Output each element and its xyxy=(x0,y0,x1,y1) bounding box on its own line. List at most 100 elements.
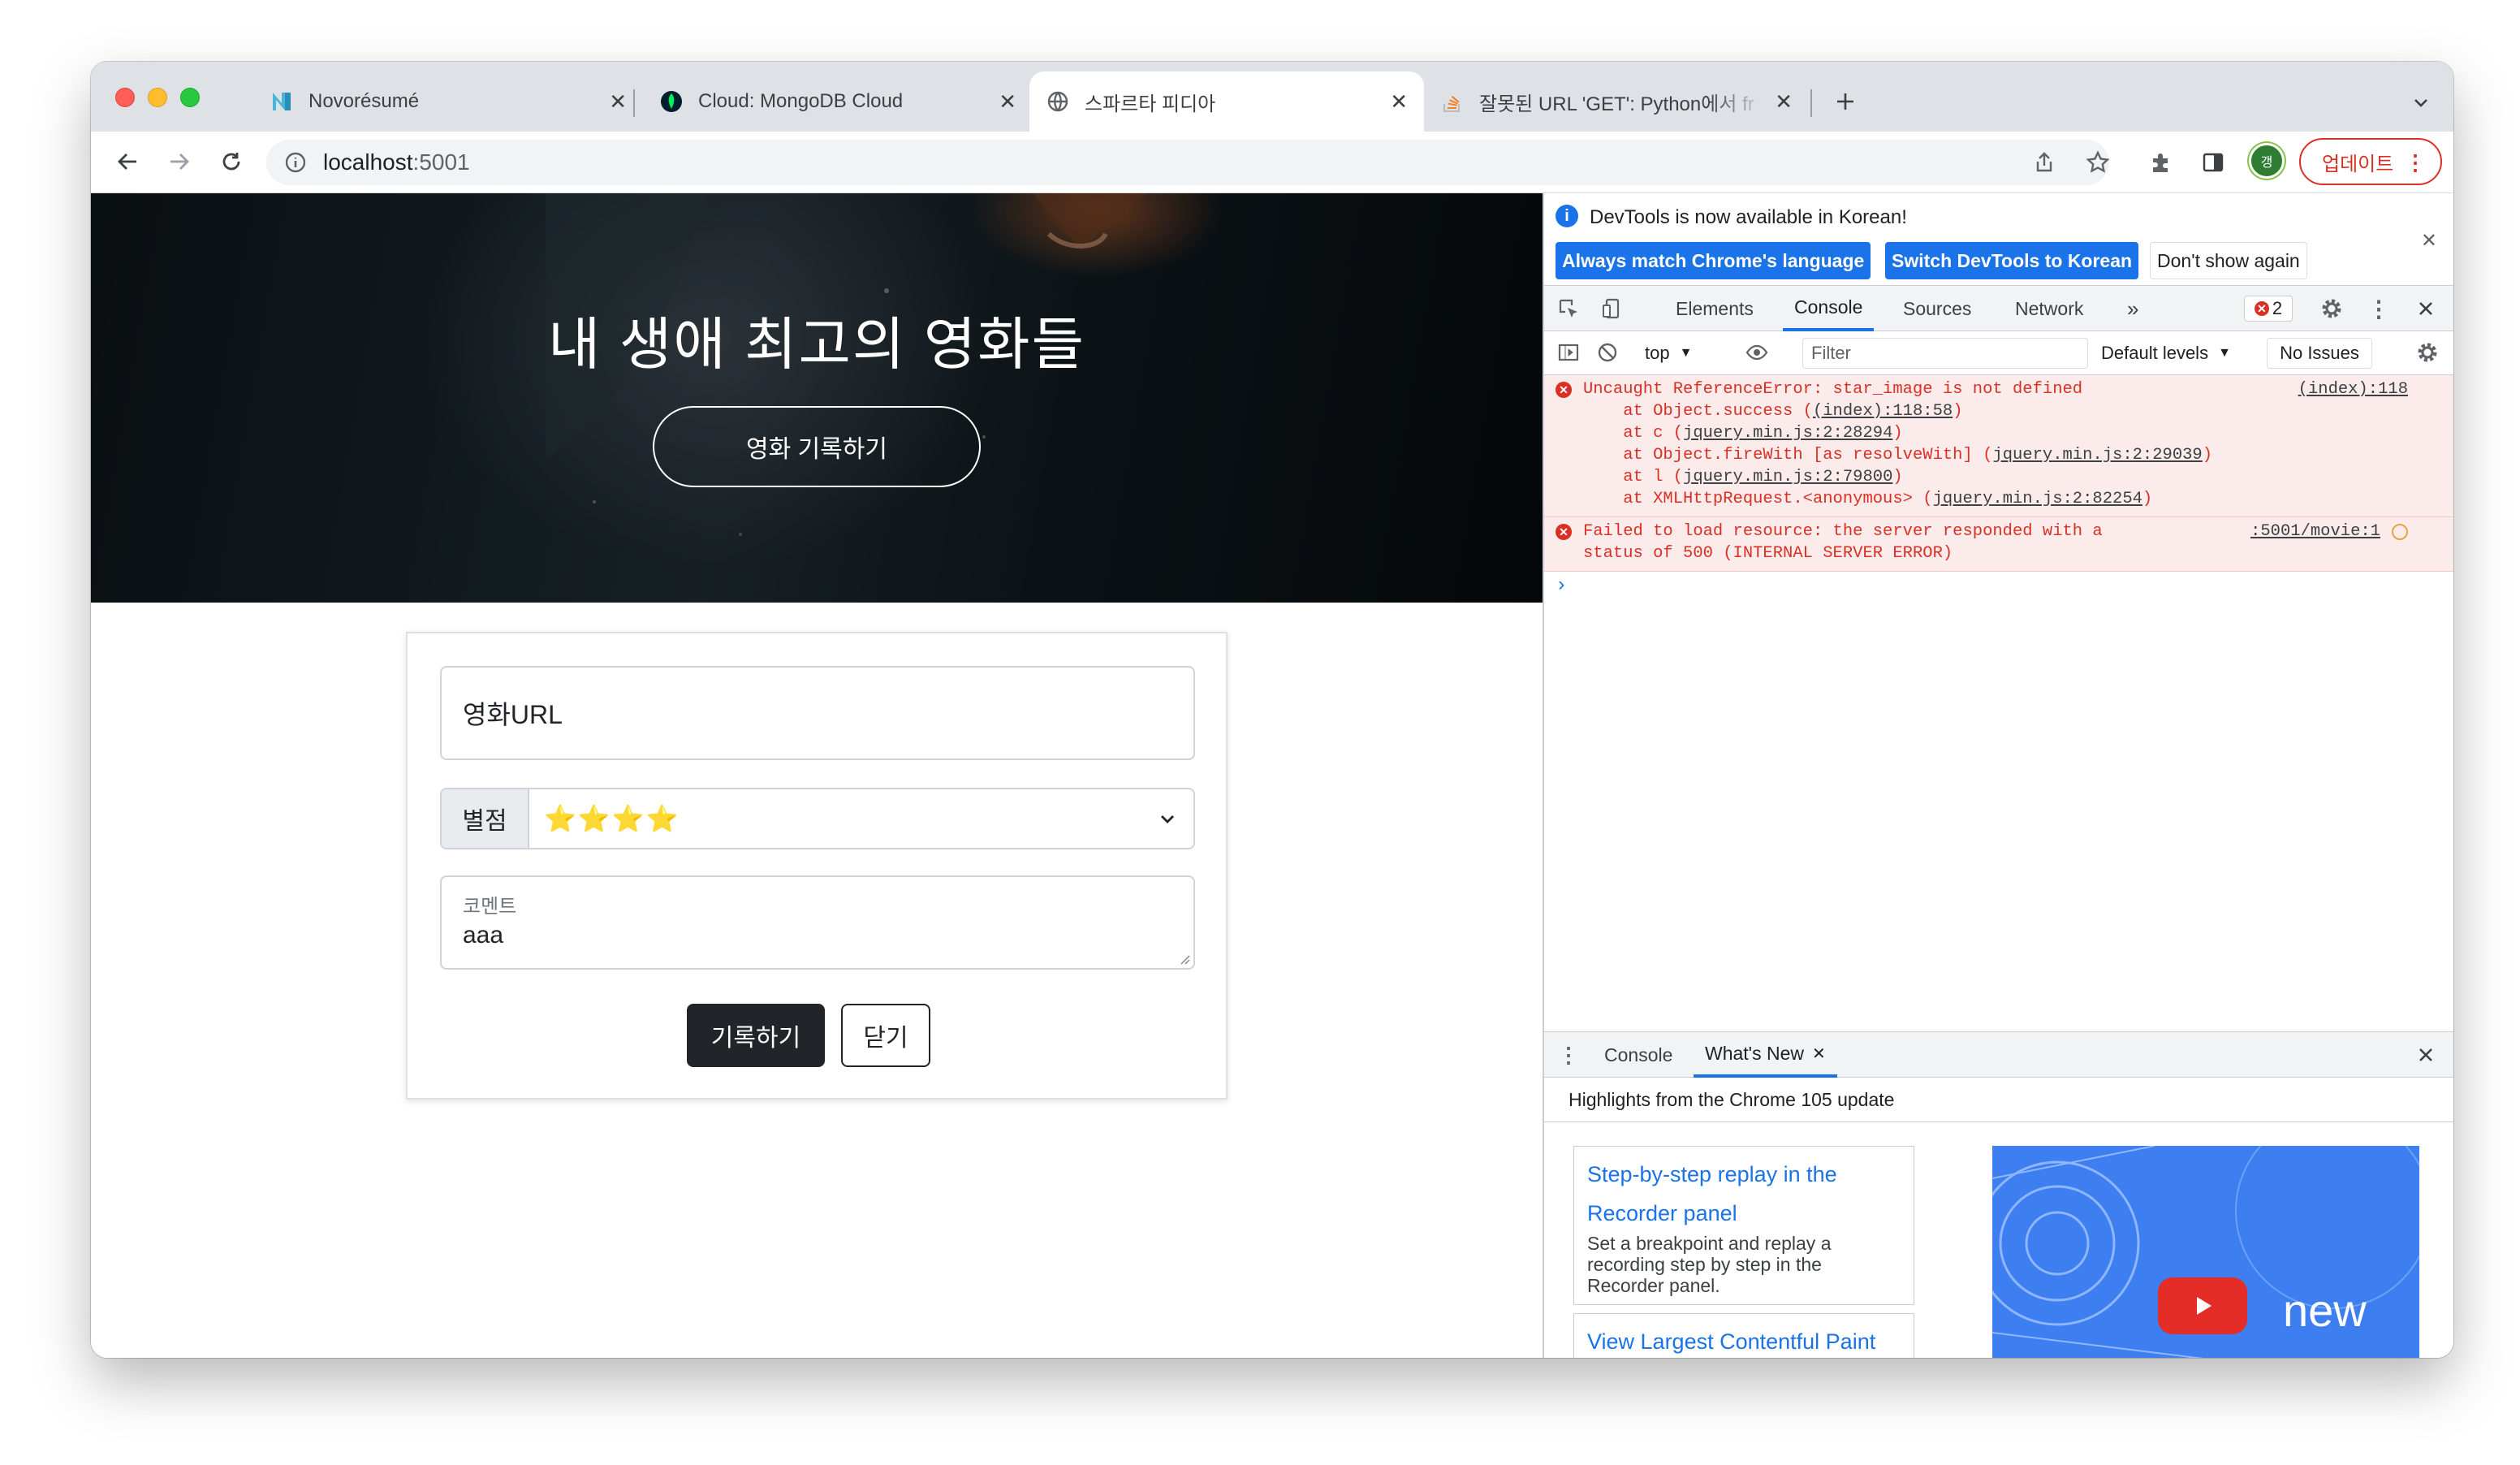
tab-title: Cloud: MongoDB Cloud xyxy=(698,90,904,112)
dont-show-again-button[interactable]: Don't show again xyxy=(2150,242,2307,279)
tab-close-icon[interactable]: ✕ xyxy=(1390,89,1408,115)
share-button[interactable] xyxy=(2026,145,2062,180)
tab-elements[interactable]: Elements xyxy=(1668,286,1762,331)
tab-divider xyxy=(633,89,635,117)
error-count-badge[interactable]: ✕ 2 xyxy=(2244,296,2293,322)
tab-title: 잘못된 URL 'GET': Python에서 fr xyxy=(1479,93,1754,115)
tab-close-icon[interactable]: ✕ xyxy=(1775,89,1793,115)
page-title: 내 생애 최고의 영화들 xyxy=(548,313,1085,376)
tab-close-icon[interactable]: ✕ xyxy=(1812,1044,1826,1064)
tab-stackoverflow[interactable]: 잘못된 URL 'GET': Python에서 fr ✕ xyxy=(1424,71,1809,132)
error-source-link[interactable]: (index):118 xyxy=(2298,380,2408,399)
youtube-play-icon[interactable] xyxy=(2158,1277,2247,1334)
save-button[interactable]: 기록하기 xyxy=(687,1004,825,1067)
chevron-down-icon xyxy=(2414,99,2427,107)
stack-link[interactable]: jquery.min.js:2:29039 xyxy=(1992,446,2202,465)
network-panel-icon[interactable] xyxy=(2392,524,2408,540)
context-selector[interactable]: top ▼ xyxy=(1645,338,1692,369)
forward-button[interactable] xyxy=(161,143,198,180)
always-match-language-button[interactable]: Always match Chrome's language xyxy=(1556,242,1871,279)
post-form-card: 영화URL 별점 ⭐⭐⭐⭐ 코멘트 aaa 기록하기 닫기 xyxy=(406,632,1228,1100)
chevron-down-icon[interactable] xyxy=(1141,789,1193,848)
drawer-tab-console[interactable]: Console xyxy=(1596,1032,1681,1078)
rating-select[interactable]: ⭐⭐⭐⭐ xyxy=(529,789,1141,848)
share-icon xyxy=(2036,152,2052,172)
log-levels-value: Default levels xyxy=(2101,343,2209,363)
close-drawer-icon[interactable] xyxy=(2411,1040,2440,1070)
address-bar[interactable]: localhost:5001 xyxy=(266,140,2109,185)
console-output: ✕ Uncaught ReferenceError: star_image is… xyxy=(1544,375,2453,838)
new-tab-button[interactable] xyxy=(1827,83,1864,120)
log-levels-dropdown[interactable]: Default levels ▼ xyxy=(2101,338,2231,369)
update-button[interactable]: 업데이트 ⋮ xyxy=(2299,138,2442,185)
stack-frame: at Object.fireWith [as resolveWith] (jqu… xyxy=(1583,446,2213,465)
comment-value: aaa xyxy=(463,922,504,949)
stack-link[interactable]: (index):118:58 xyxy=(1813,402,1953,421)
drawer-tab-whats-new[interactable]: What's New ✕ xyxy=(1694,1032,1837,1078)
issues-button[interactable]: No Issues xyxy=(2267,338,2372,369)
error-icon: ✕ xyxy=(1556,382,1572,398)
filter-input[interactable]: Filter xyxy=(1802,338,2088,369)
reload-button[interactable] xyxy=(213,143,250,180)
tab-search-button[interactable] xyxy=(2405,86,2437,119)
close-devtools-icon[interactable] xyxy=(2411,294,2440,323)
close-window-button[interactable] xyxy=(115,88,135,107)
tab-close-icon[interactable]: ✕ xyxy=(999,89,1016,115)
more-tabs-icon[interactable]: » xyxy=(2119,286,2147,331)
drawer-menu-icon[interactable]: ⋮ xyxy=(1554,1040,1583,1070)
tab-novoresume[interactable]: Novorésumé ✕ xyxy=(253,71,643,132)
error-source-link[interactable]: :5001/movie:1 xyxy=(2250,522,2380,541)
side-panel-icon xyxy=(2203,153,2224,172)
arrow-left-icon xyxy=(118,153,136,170)
device-toolbar-icon[interactable] xyxy=(1598,294,1627,323)
console-prompt-icon[interactable]: › xyxy=(1544,572,2453,597)
resize-grip-icon[interactable] xyxy=(1179,953,1190,965)
feature-card-lcp[interactable]: View Largest Contentful Paint xyxy=(1573,1313,1914,1358)
tab-network[interactable]: Network xyxy=(2007,286,2091,331)
back-button[interactable] xyxy=(109,143,146,180)
feature-title[interactable]: View Largest Contentful Paint xyxy=(1587,1322,1901,1358)
arrow-right-icon xyxy=(170,153,189,170)
switch-to-korean-button[interactable]: Switch DevTools to Korean xyxy=(1885,242,2139,279)
console-settings-gear-icon[interactable] xyxy=(2413,338,2442,367)
whats-new-video-thumbnail[interactable]: new xyxy=(1992,1146,2419,1358)
record-movie-button[interactable]: 영화 기록하기 xyxy=(653,406,981,487)
video-caption: new xyxy=(2283,1285,2367,1336)
tab-title: Novorésumé xyxy=(309,90,420,112)
tab-close-icon[interactable]: ✕ xyxy=(609,89,627,115)
clear-console-icon[interactable] xyxy=(1593,338,1622,367)
error-icon: ✕ xyxy=(2254,301,2269,316)
info-icon[interactable] xyxy=(284,151,307,174)
close-icon[interactable]: ✕ xyxy=(2421,229,2437,253)
maximize-window-button[interactable] xyxy=(180,88,200,107)
kebab-menu-icon[interactable]: ⋮ xyxy=(2364,294,2393,323)
extensions-button[interactable] xyxy=(2143,145,2179,180)
stack-link[interactable]: jquery.min.js:2:28294 xyxy=(1683,424,1892,443)
feature-title[interactable]: Step-by-step replay in the Recorder pane… xyxy=(1587,1155,1901,1233)
menu-dots-icon[interactable]: ⋮ xyxy=(2405,150,2426,175)
side-panel-button[interactable] xyxy=(2195,145,2231,180)
mongodb-leaf-icon xyxy=(659,89,684,114)
inspect-element-icon[interactable] xyxy=(1554,294,1583,323)
rating-select-group[interactable]: 별점 ⭐⭐⭐⭐ xyxy=(440,788,1195,849)
bookmark-button[interactable] xyxy=(2080,145,2116,180)
profile-avatar[interactable]: 갱 xyxy=(2249,143,2285,179)
close-button[interactable]: 닫기 xyxy=(841,1004,930,1067)
movie-url-input[interactable]: 영화URL xyxy=(440,666,1195,760)
update-label: 업데이트 xyxy=(2322,153,2394,175)
tab-console[interactable]: Console xyxy=(1783,286,1875,331)
stack-link[interactable]: jquery.min.js:2:82254 xyxy=(1933,490,2142,508)
tab-divider xyxy=(1810,89,1812,117)
sidebar-toggle-icon[interactable] xyxy=(1554,338,1583,367)
eye-icon[interactable] xyxy=(1742,338,1771,367)
tab-sources[interactable]: Sources xyxy=(1895,286,1979,331)
tab-mongodb[interactable]: Cloud: MongoDB Cloud ✕ xyxy=(643,71,1033,132)
feature-card-recorder[interactable]: Step-by-step replay in the Recorder pane… xyxy=(1573,1146,1914,1305)
stack-link[interactable]: jquery.min.js:2:79800 xyxy=(1683,468,1892,486)
devtools-drawer: ⋮ Console What's New ✕ Highlights from t… xyxy=(1544,1031,2453,1358)
gear-icon[interactable] xyxy=(2317,294,2346,323)
minimize-window-button[interactable] xyxy=(148,88,167,107)
tab-sparta-pedia[interactable]: 스파르타 피디아 ✕ xyxy=(1029,71,1424,132)
comment-textarea[interactable]: 코멘트 aaa xyxy=(440,875,1195,970)
dropdown-arrow-icon: ▼ xyxy=(2218,346,2231,360)
